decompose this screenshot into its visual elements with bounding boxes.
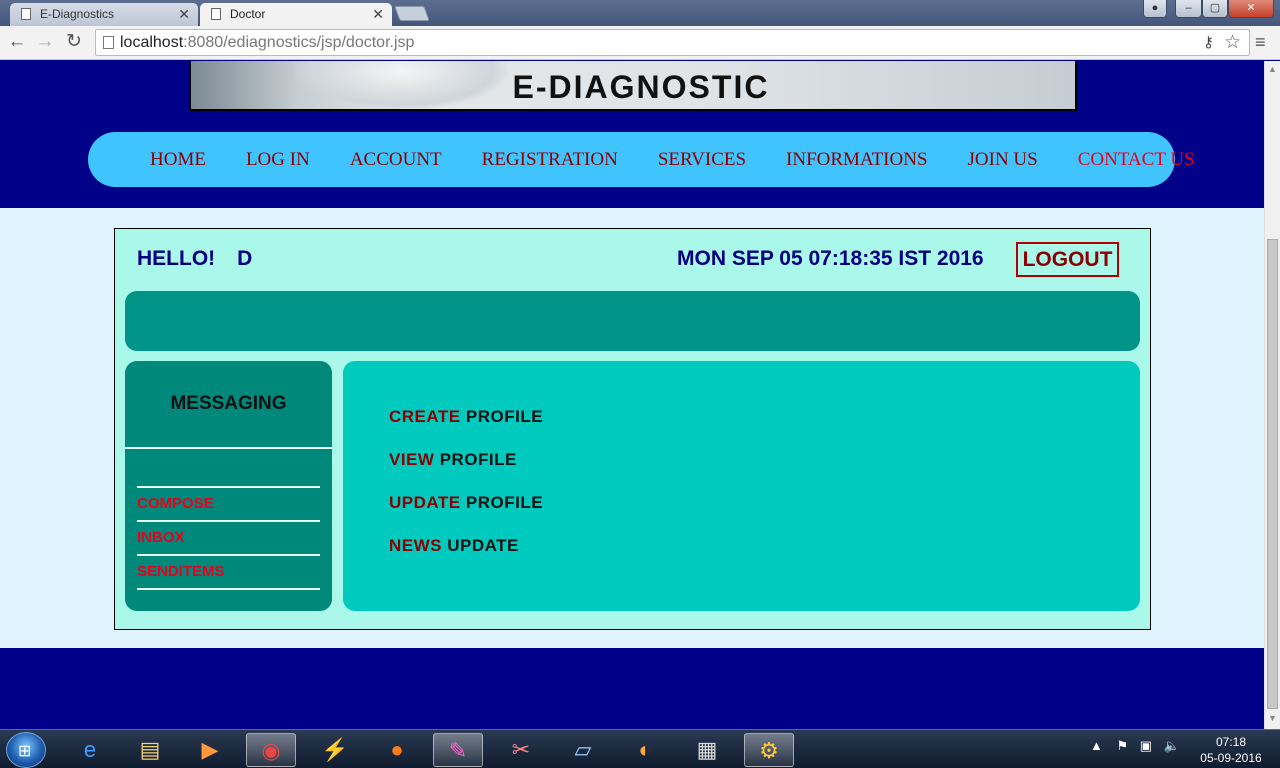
browser-tab-strip: E-Diagnostics ✕ Doctor ✕ ● – ▢ ✕ (0, 0, 1280, 26)
nav-services[interactable]: SERVICES (658, 149, 746, 171)
url-host: localhost (120, 34, 184, 51)
show-hidden-icons-icon[interactable]: ▲ (1090, 738, 1103, 753)
browser-tab-doctor[interactable]: Doctor ✕ (200, 3, 392, 26)
taskbar-clock[interactable]: 07:18 05-09-2016 (1186, 734, 1276, 766)
messaging-sidebar: MESSAGING COMPOSE INBOX SENDITEMS (125, 361, 332, 611)
sidebar-item-senditems[interactable]: SENDITEMS (137, 556, 320, 590)
url-text[interactable]: localhost:8080/ediagnostics/jsp/doctor.j… (120, 34, 414, 52)
clock-time: 07:18 (1215, 735, 1247, 749)
arrow-left-icon[interactable]: ← (5, 31, 29, 55)
current-datetime: MON SEP 05 07:18:35 IST 2016 (677, 247, 984, 270)
page-icon (21, 8, 31, 20)
nav-home[interactable]: HOME (150, 149, 206, 171)
logout-button[interactable]: LOGOUT (1016, 242, 1119, 277)
action-noun: PROFILE (465, 493, 544, 512)
nav-contact-us[interactable]: CONTACT US (1078, 149, 1195, 171)
page-scrollbar[interactable]: ▲ ▼ (1264, 61, 1280, 729)
nav-registration[interactable]: REGISTRATION (482, 149, 618, 171)
firefox-icon[interactable]: ● (372, 733, 422, 767)
user-icon[interactable]: ● (1143, 0, 1167, 18)
browser-tab-ediagnostics[interactable]: E-Diagnostics ✕ (10, 3, 198, 26)
snipping-tool-icon[interactable]: ✂ (496, 733, 546, 767)
username: D (237, 247, 253, 270)
nav-log-in[interactable]: LOG IN (246, 149, 310, 171)
hamburger-menu-icon[interactable]: ≡ (1255, 33, 1271, 51)
flash-icon[interactable]: ⚡ (310, 733, 360, 767)
main-nav: HOME LOG IN ACCOUNT REGISTRATION SERVICE… (88, 132, 1195, 187)
star-icon[interactable]: ☆ (1224, 31, 1241, 54)
scrollbar-thumb[interactable] (1267, 239, 1278, 709)
tab-title: E-Diagnostics (40, 7, 115, 21)
action-verb: NEWS (389, 536, 442, 555)
chrome-icon[interactable]: ◉ (246, 733, 296, 767)
system-tray: ▲ ⚑ ▣ 🔈 (1090, 738, 1180, 754)
greeting: HELLO! D (137, 247, 252, 271)
new-tab-button[interactable] (394, 6, 430, 21)
minimize-button[interactable]: – (1175, 0, 1202, 18)
internet-explorer-icon[interactable]: e (65, 733, 115, 767)
network-icon[interactable]: ▣ (1140, 738, 1152, 753)
page-viewport: E-DIAGNOSTIC HOME LOG IN ACCOUNT REGISTR… (0, 61, 1264, 729)
reload-icon[interactable]: ↻ (62, 31, 86, 55)
volume-icon[interactable]: 🔈 (1164, 738, 1180, 753)
create-profile-link[interactable]: CREATE PROFILE (389, 407, 543, 427)
java-ee-ide-icon[interactable]: ⚙ (744, 733, 794, 767)
nav-account[interactable]: ACCOUNT (350, 149, 442, 171)
page-icon (211, 8, 221, 20)
sidebar-item-inbox[interactable]: INBOX (137, 522, 320, 556)
arrow-right-icon[interactable]: → (33, 31, 57, 55)
banner-title: E-DIAGNOSTIC (512, 69, 770, 105)
action-verb: CREATE (389, 407, 461, 426)
maximize-button[interactable]: ▢ (1202, 0, 1228, 18)
view-profile-link[interactable]: VIEW PROFILE (389, 450, 517, 470)
messaging-list: COMPOSE INBOX SENDITEMS (137, 486, 320, 590)
nav-informations[interactable]: INFORMATIONS (786, 149, 927, 171)
flag-icon[interactable]: ⚑ (1117, 738, 1129, 753)
action-verb: VIEW (389, 450, 435, 469)
page-icon (103, 36, 114, 49)
scroll-down-icon[interactable]: ▼ (1268, 713, 1277, 723)
action-noun: PROFILE (439, 450, 517, 469)
profile-actions: CREATE PROFILE VIEW PROFILE UPDATE PROFI… (343, 361, 1140, 611)
file-explorer-icon[interactable]: ▤ (125, 733, 175, 767)
nav-join-us[interactable]: JOIN US (968, 149, 1038, 171)
key-icon[interactable]: ⚷ (1203, 33, 1214, 51)
header-strip (125, 291, 1140, 351)
news-update-link[interactable]: NEWS UPDATE (389, 536, 519, 556)
media-player-icon[interactable]: ▶ (185, 733, 235, 767)
windows-logo-icon: ⊞ (18, 743, 32, 760)
tab-title: Doctor (230, 7, 266, 21)
action-noun: UPDATE (447, 536, 519, 555)
action-noun: PROFILE (465, 407, 544, 426)
url-path: :8080/ediagnostics/jsp/doctor.jsp (183, 34, 415, 51)
site-banner: E-DIAGNOSTIC (189, 61, 1077, 111)
sidebar-item-compose[interactable]: COMPOSE (137, 488, 320, 522)
taskbar: ⊞ e ▤ ▶ ◉ ⚡ ● ✎ ✂ ▱ ◐ ▦ ⚙ ▲ ⚑ ▣ 🔈 07:18 … (0, 729, 1280, 768)
doctor-panel: HELLO! D MON SEP 05 07:18:35 IST 2016 LOG… (114, 228, 1151, 630)
close-icon[interactable]: ✕ (178, 3, 190, 25)
greeting-text: HELLO! (137, 247, 216, 270)
address-bar[interactable]: localhost:8080/ediagnostics/jsp/doctor.j… (95, 29, 1250, 56)
update-profile-link[interactable]: UPDATE PROFILE (389, 493, 543, 513)
close-icon[interactable]: ✕ (372, 3, 384, 25)
paint-icon[interactable]: ✎ (433, 733, 483, 767)
close-window-button[interactable]: ✕ (1228, 0, 1274, 18)
action-verb: UPDATE (389, 493, 461, 512)
messaging-heading: MESSAGING (125, 361, 332, 449)
notes-icon[interactable]: ▱ (558, 733, 608, 767)
clock-date: 05-09-2016 (1200, 751, 1262, 765)
eclipse-icon[interactable]: ◐ (620, 733, 670, 767)
start-button[interactable]: ⊞ (6, 732, 46, 768)
calculator-icon[interactable]: ▦ (682, 733, 732, 767)
browser-toolbar: ← → ↻ localhost:8080/ediagnostics/jsp/do… (0, 26, 1280, 60)
scroll-up-icon[interactable]: ▲ (1268, 64, 1277, 74)
